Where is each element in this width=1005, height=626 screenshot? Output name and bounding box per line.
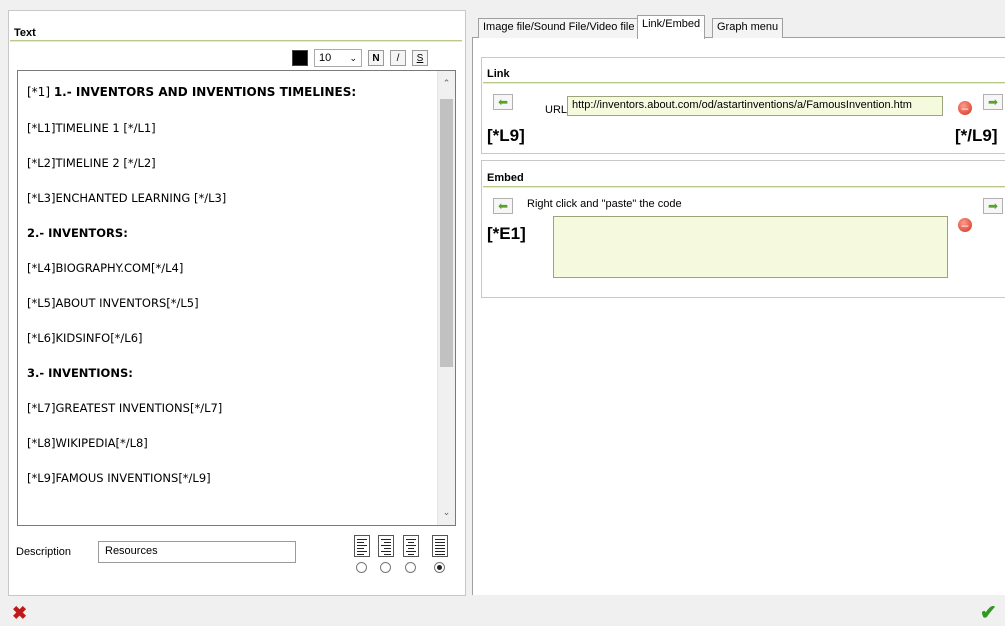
align-justify-radio[interactable]	[434, 562, 445, 573]
description-label: Description	[16, 546, 72, 558]
tab-graph-menu[interactable]: Graph menu	[712, 18, 784, 38]
bottom-bar	[0, 596, 1005, 626]
link-close-tag: [*/L9]	[955, 126, 998, 145]
vertical-scrollbar[interactable]: ⌃ ⌄	[437, 71, 455, 525]
align-left-radio[interactable]	[356, 562, 367, 573]
arrow-left-icon[interactable]: ⬅	[493, 94, 513, 110]
text-line: [*L1]TIMELINE 1 [*/L1]	[27, 121, 156, 135]
url-label: URL	[545, 104, 568, 116]
align-justify-icon[interactable]	[432, 535, 448, 557]
text-color-picker[interactable]	[292, 50, 308, 66]
text-line: [*L6]KIDSINFO[*/L6]	[27, 331, 143, 345]
delete-icon[interactable]: –	[958, 218, 972, 232]
text-panel-title: Text	[14, 27, 36, 39]
text-line: [*L2]TIMELINE 2 [*/L2]	[27, 156, 156, 170]
chevron-down-icon: ⌄	[349, 52, 357, 63]
align-right-radio[interactable]	[380, 562, 391, 573]
align-center-radio[interactable]	[405, 562, 416, 573]
align-left-icon[interactable]	[354, 535, 370, 557]
check-icon[interactable]: ✔	[980, 600, 997, 625]
underline-button[interactable]: S	[412, 50, 428, 66]
text-line: [*L5]ABOUT INVENTORS[*/L5]	[27, 296, 199, 310]
embed-group-title: Embed	[487, 172, 524, 184]
text-line: [*1] 1.- INVENTORS AND INVENTIONS TIMELI…	[27, 85, 356, 99]
cancel-x-icon[interactable]: ✖	[12, 603, 27, 624]
url-input[interactable]: http://inventors.about.com/od/astartinve…	[567, 96, 943, 116]
format-toolbar: 10 ⌄ N / S	[292, 47, 428, 69]
text-line: [*L4]BIOGRAPHY.COM[*/L4]	[27, 261, 184, 275]
text-line: [*L9]FAMOUS INVENTIONS[*/L9]	[27, 471, 211, 485]
dialog-window: Text 10 ⌄ N / S [*1] 1.- INVENTORS AND I…	[0, 0, 1005, 626]
text-line: 2.- INVENTORS:	[27, 226, 128, 240]
arrow-left-icon[interactable]: ⬅	[493, 198, 513, 214]
title-divider	[10, 40, 462, 42]
arrow-right-icon[interactable]: ➡	[983, 198, 1003, 214]
tab-media-files[interactable]: Image file/Sound File/Video file	[478, 18, 640, 38]
embed-hint: Right click and "paste" the code	[527, 198, 682, 210]
align-right-icon[interactable]	[378, 535, 394, 557]
text-line: [*L3]ENCHANTED LEARNING [*/L3]	[27, 191, 227, 205]
align-center-icon[interactable]	[403, 535, 419, 557]
title-divider	[483, 186, 1005, 188]
font-size-value: 10	[319, 52, 332, 64]
embed-code-input[interactable]	[553, 216, 948, 278]
arrow-right-icon[interactable]: ➡	[983, 94, 1003, 110]
font-size-select[interactable]: 10 ⌄	[314, 49, 362, 67]
tab-link-embed[interactable]: Link/Embed	[637, 15, 706, 39]
text-editor[interactable]: [*1] 1.- INVENTORS AND INVENTIONS TIMELI…	[17, 70, 456, 526]
embed-tag: [*E1]	[487, 224, 526, 243]
text-line-tag: [*1]	[27, 85, 54, 99]
scroll-up-icon[interactable]: ⌃	[438, 75, 455, 92]
link-open-tag: [*L9]	[487, 126, 525, 145]
scroll-thumb[interactable]	[440, 99, 453, 367]
link-group-title: Link	[487, 68, 510, 80]
text-line: 3.- INVENTIONS:	[27, 366, 133, 380]
description-input[interactable]: Resources	[98, 541, 296, 563]
bold-button[interactable]: N	[368, 50, 384, 66]
text-line: [*L8]WIKIPEDIA[*/L8]	[27, 436, 148, 450]
scroll-down-icon[interactable]: ⌄	[438, 504, 455, 521]
text-line-heading: 1.- INVENTORS AND INVENTIONS TIMELINES:	[53, 85, 357, 99]
title-divider	[483, 82, 1005, 84]
delete-icon[interactable]: –	[958, 101, 972, 115]
text-line: [*L7]GREATEST INVENTIONS[*/L7]	[27, 401, 223, 415]
italic-button[interactable]: /	[390, 50, 406, 66]
